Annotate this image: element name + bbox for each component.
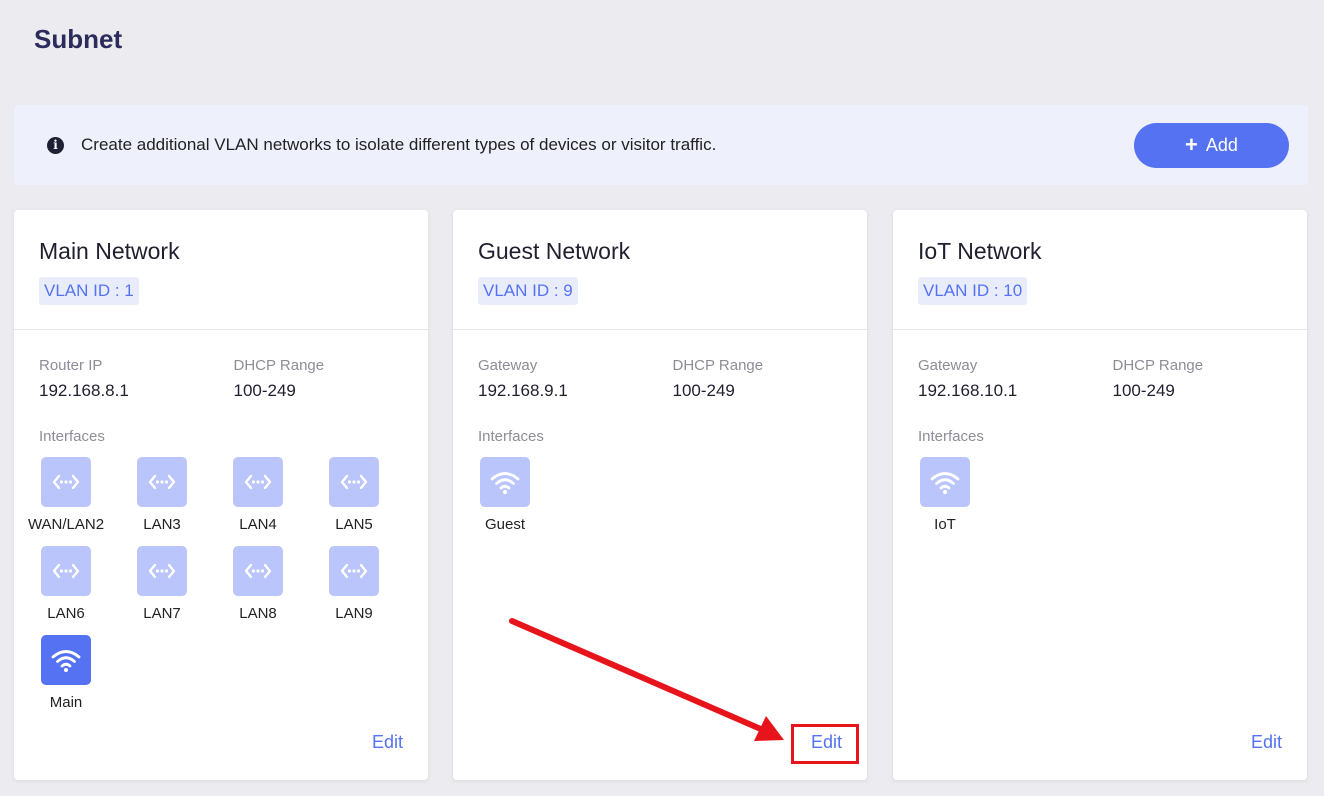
dhcp-range-field: DHCP Range 100-249 [1113, 357, 1308, 401]
router-ip-field: Router IP 192.168.8.1 [39, 357, 234, 401]
interface-label: WAN/LAN2 [27, 516, 105, 533]
field-value: 192.168.10.1 [918, 381, 1018, 400]
page-title: Subnet [34, 24, 123, 54]
interface-label: LAN5 [335, 516, 373, 533]
field-value: 100-249 [233, 381, 296, 400]
interface-label: LAN8 [239, 605, 277, 622]
vlan-badge: VLAN ID : 9 [478, 277, 578, 305]
edit-link-iot[interactable]: Edit [1251, 732, 1282, 753]
interface-label: LAN3 [143, 516, 181, 533]
ethernet-icon [233, 546, 283, 596]
interface-item: LAN8 [220, 546, 296, 622]
interface-item: IoT [907, 457, 983, 533]
subnet-page: Subnet i Create additional VLAN networks… [0, 0, 1324, 796]
network-card-main: Main Network VLAN ID : 1 Router IP 192.1… [14, 210, 428, 780]
info-banner: i Create additional VLAN networks to iso… [14, 105, 1308, 185]
add-button[interactable]: + Add [1134, 123, 1289, 168]
field-label: DHCP Range [672, 357, 764, 374]
card-body: Gateway 192.168.10.1 DHCP Range 100-249 … [893, 330, 1307, 533]
interface-label: LAN4 [239, 516, 277, 533]
info-banner-text: Create additional VLAN networks to isola… [81, 135, 717, 154]
interface-grid: Guest [453, 457, 867, 533]
dhcp-range-field: DHCP Range 100-249 [234, 357, 429, 401]
interface-item: LAN6 [28, 546, 104, 622]
gateway-field: Gateway 192.168.10.1 [918, 357, 1113, 401]
dhcp-range-field: DHCP Range 100-249 [673, 357, 868, 401]
plus-icon: + [1185, 131, 1198, 157]
interface-item: LAN7 [124, 546, 200, 622]
interfaces-label: Interfaces [918, 428, 984, 445]
card-header: Main Network VLAN ID : 1 [14, 210, 428, 330]
interface-label: Guest [484, 516, 526, 533]
interface-label: Main [49, 694, 83, 711]
interface-item: LAN3 [124, 457, 200, 533]
field-label: Gateway [478, 357, 538, 374]
network-card-iot: IoT Network VLAN ID : 10 Gateway 192.168… [893, 210, 1307, 780]
card-title: IoT Network [918, 238, 1042, 264]
field-label: Gateway [918, 357, 978, 374]
interface-grid: IoT [893, 457, 1307, 533]
ethernet-icon [137, 546, 187, 596]
ethernet-icon [41, 546, 91, 596]
interface-item: WAN/LAN2 [28, 457, 104, 533]
interface-grid: WAN/LAN2 LAN3 LAN4 LAN5 LAN6 LAN7 LAN8 LAN9 Main [14, 457, 428, 711]
card-header: Guest Network VLAN ID : 9 [453, 210, 867, 330]
ethernet-icon [233, 457, 283, 507]
field-value: 192.168.8.1 [39, 381, 129, 400]
add-button-label: Add [1205, 135, 1238, 155]
interface-label: LAN6 [47, 605, 85, 622]
card-body: Gateway 192.168.9.1 DHCP Range 100-249 I… [453, 330, 867, 533]
card-header: IoT Network VLAN ID : 10 [893, 210, 1307, 330]
field-label: DHCP Range [233, 357, 325, 374]
ethernet-icon [329, 546, 379, 596]
field-value: 192.168.9.1 [478, 381, 568, 400]
field-value: 100-249 [672, 381, 735, 400]
edit-link-guest[interactable]: Edit [811, 732, 842, 753]
card-title: Guest Network [478, 238, 631, 264]
interfaces-label: Interfaces [39, 428, 105, 445]
interface-label: LAN9 [335, 605, 373, 622]
card-title: Main Network [39, 238, 180, 264]
network-card-guest: Guest Network VLAN ID : 9 Gateway 192.16… [453, 210, 867, 780]
interface-item: LAN4 [220, 457, 296, 533]
interface-label: LAN7 [143, 605, 181, 622]
gateway-field: Gateway 192.168.9.1 [478, 357, 673, 401]
field-value: 100-249 [1112, 381, 1175, 400]
edit-link-main[interactable]: Edit [372, 732, 403, 753]
interface-label: IoT [934, 516, 956, 533]
interface-item: LAN9 [316, 546, 392, 622]
ethernet-icon [137, 457, 187, 507]
vlan-badge: VLAN ID : 1 [39, 277, 139, 305]
wifi-icon [920, 457, 970, 507]
card-body: Router IP 192.168.8.1 DHCP Range 100-249… [14, 330, 428, 711]
ethernet-icon [41, 457, 91, 507]
wifi-icon [480, 457, 530, 507]
field-label: DHCP Range [1112, 357, 1204, 374]
field-label: Router IP [39, 357, 103, 374]
ethernet-icon [329, 457, 379, 507]
interfaces-label: Interfaces [478, 428, 544, 445]
interface-item: LAN5 [316, 457, 392, 533]
interface-item: Main [28, 635, 104, 711]
vlan-badge: VLAN ID : 10 [918, 277, 1028, 305]
info-circle-icon: i [47, 136, 64, 154]
interface-item: Guest [467, 457, 543, 533]
wifi-icon [41, 635, 91, 685]
